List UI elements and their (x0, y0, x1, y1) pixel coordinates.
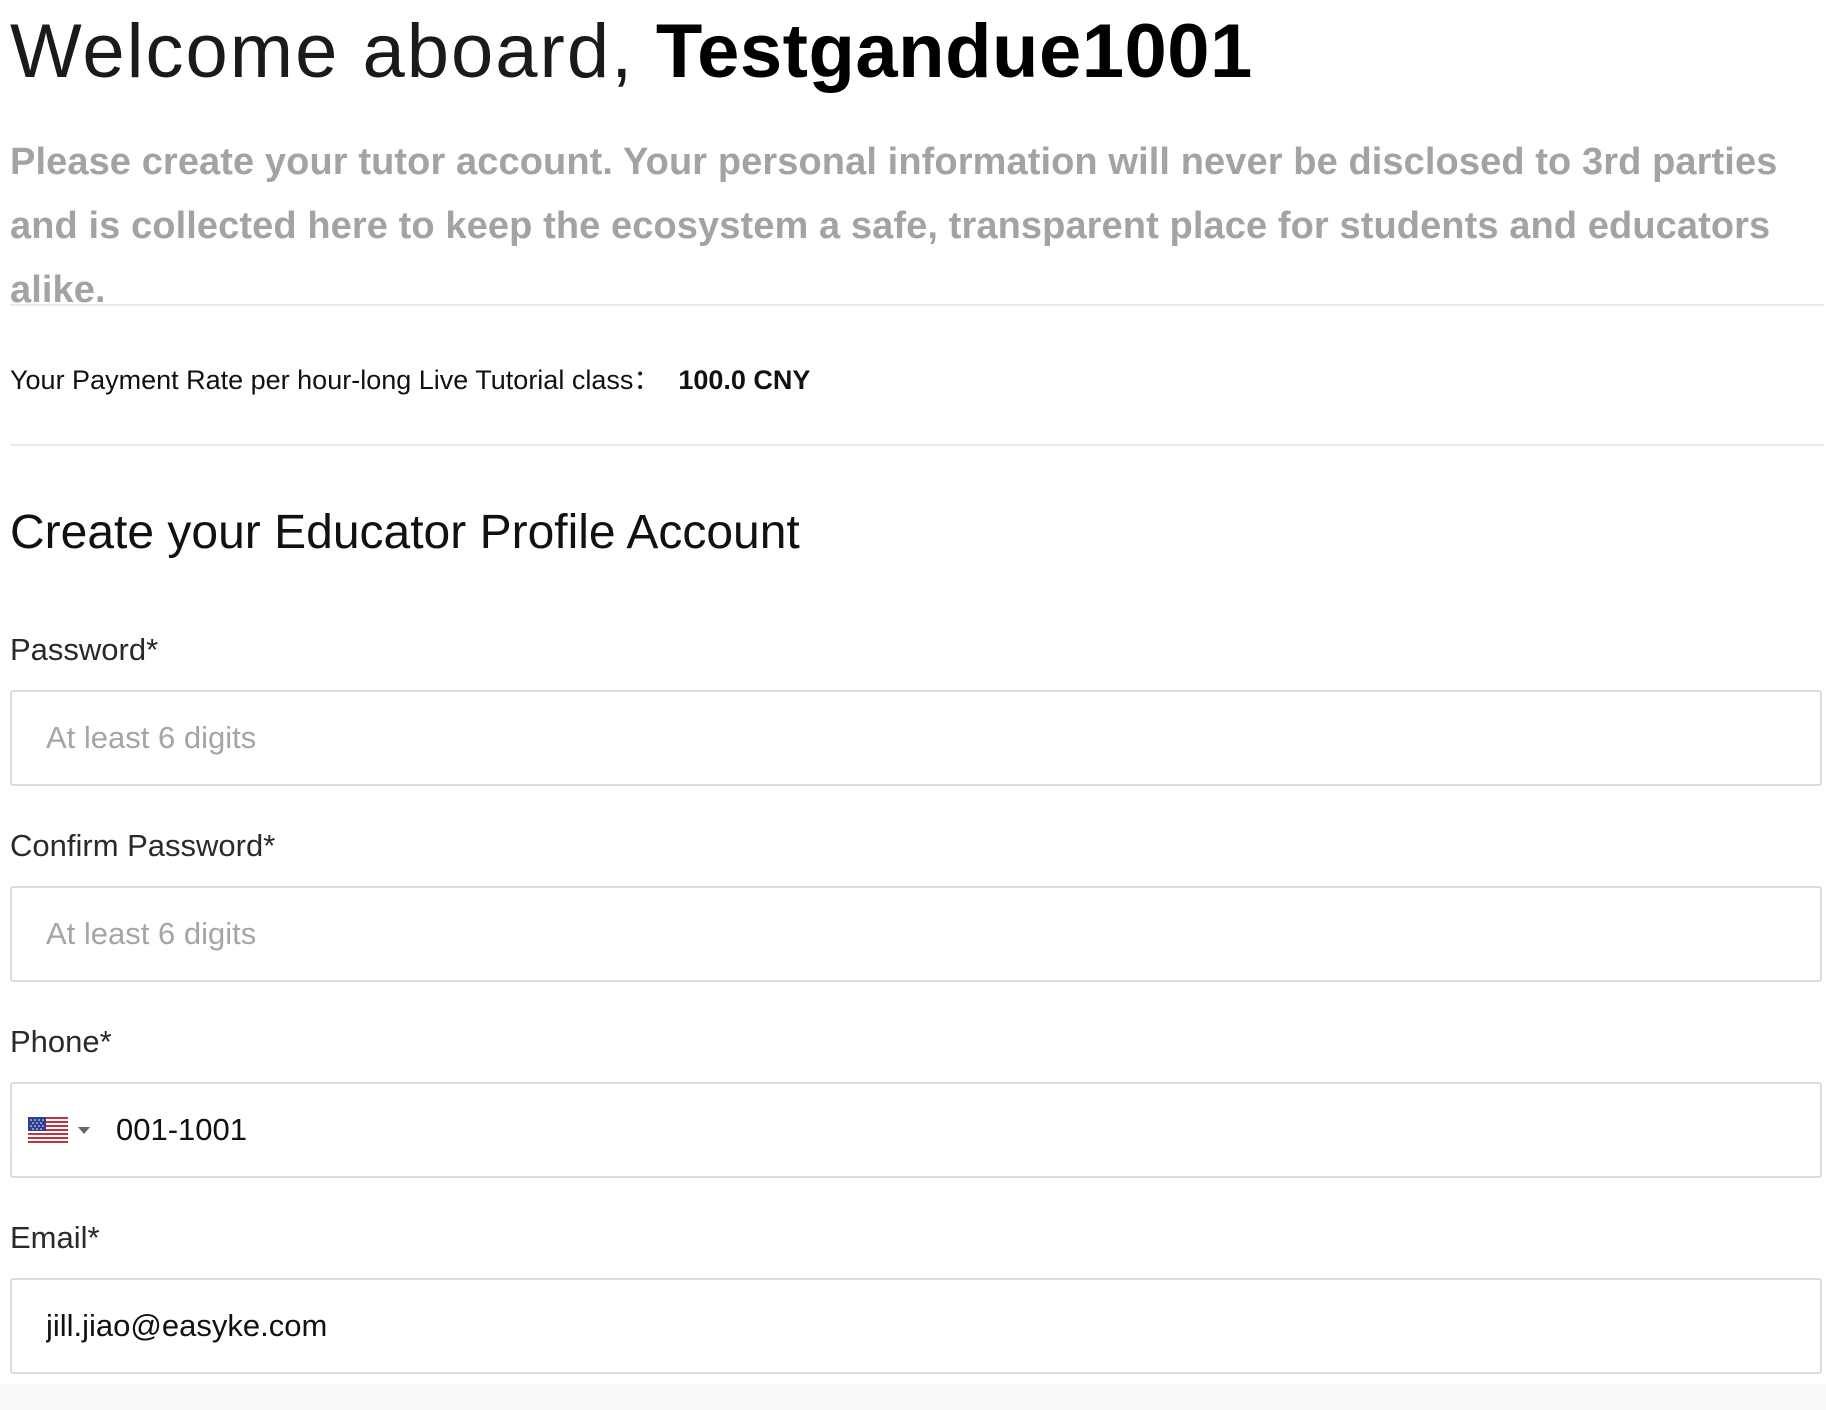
phone-field-box (10, 1082, 1822, 1178)
country-code-select[interactable] (12, 1084, 94, 1176)
email-label: Email* (10, 1220, 100, 1255)
phone-label: Phone* (10, 1024, 112, 1059)
password-input[interactable] (12, 692, 1820, 784)
divider (10, 444, 1824, 446)
email-input[interactable] (12, 1280, 1820, 1372)
payment-rate-separator: ： (633, 365, 661, 395)
email-field-box (10, 1278, 1822, 1374)
welcome-username: Testgandue1001 (655, 9, 1253, 94)
welcome-heading: Welcome aboard, Testgandue1001 (10, 2, 1253, 102)
form-title: Create your Educator Profile Account (10, 506, 800, 559)
payment-rate-label: Your Payment Rate per hour-long Live Tut… (10, 365, 634, 395)
divider (10, 304, 1824, 306)
payment-rate-row: Your Payment Rate per hour-long Live Tut… (10, 358, 810, 402)
chevron-down-icon (78, 1126, 90, 1134)
page-bottom-edge (0, 1384, 1826, 1410)
password-label: Password* (10, 632, 159, 667)
confirm-password-label: Confirm Password* (10, 828, 276, 863)
password-field-box (10, 690, 1822, 786)
welcome-greeting: Welcome aboard, (10, 9, 635, 94)
confirm-password-input[interactable] (12, 888, 1820, 980)
us-flag-icon (28, 1117, 68, 1143)
payment-rate-value: 100.0 CNY (678, 365, 811, 395)
intro-text: Please create your tutor account. Your p… (10, 141, 1778, 311)
phone-input[interactable] (94, 1084, 1820, 1176)
confirm-password-field-box (10, 886, 1822, 982)
